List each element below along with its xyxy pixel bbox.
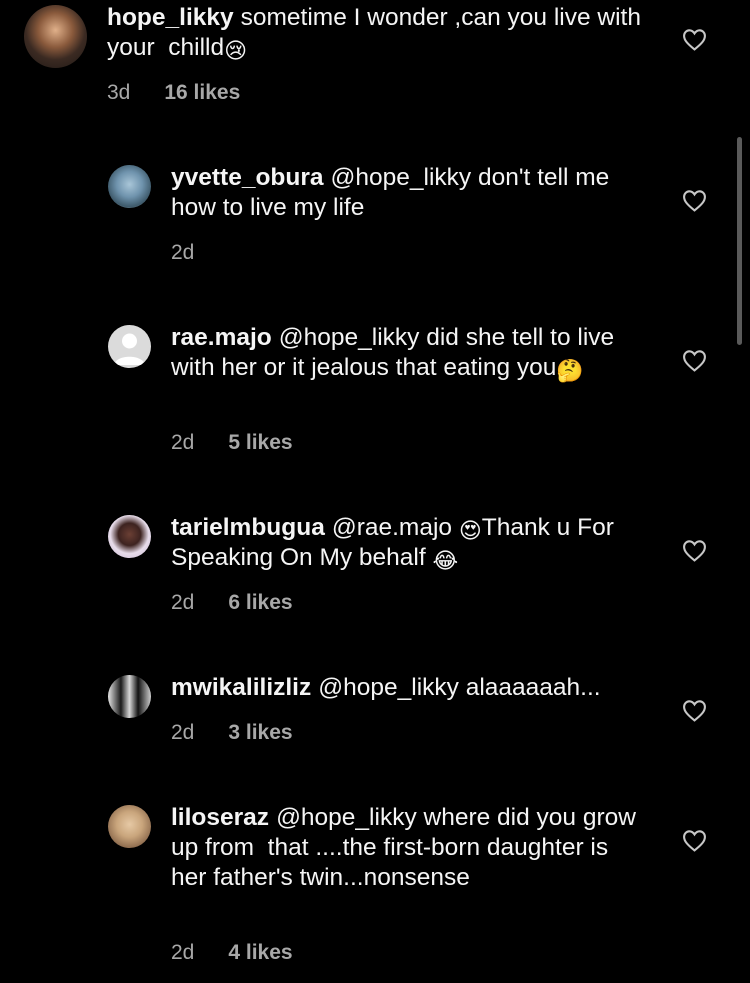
reply-body: mwikalilizliz @hope_likky alaaaaaah... — [171, 673, 641, 703]
reply-meta: 2d 4 likes — [171, 940, 293, 966]
avatar[interactable] — [108, 165, 151, 208]
reply-time: 2d — [171, 431, 195, 454]
reply-body: tarielmbugua @rae.majo 😍Thank u For Speak… — [171, 513, 641, 573]
reply-mention[interactable]: @rae.majo — [332, 514, 459, 541]
reply-username[interactable]: yvette_obura — [171, 164, 324, 191]
comment-meta: 3d 16 likes — [107, 80, 240, 106]
reply-meta: 2d 6 likes — [171, 590, 293, 616]
comment-body: hope_likky sometime I wonder ,can you liv… — [107, 3, 667, 63]
reply-text: @hope_likky alaaaaaah... — [318, 674, 601, 701]
avatar[interactable] — [24, 5, 87, 68]
comment-likes[interactable]: 16 likes — [164, 81, 240, 104]
reply-time: 2d — [171, 591, 195, 614]
reply-likes[interactable]: 6 likes — [228, 591, 292, 614]
heart-outline-icon[interactable] — [682, 699, 707, 722]
reply-time: 2d — [171, 241, 195, 264]
reply-time: 2d — [171, 721, 195, 744]
heart-outline-icon[interactable] — [682, 28, 707, 51]
reply-likes[interactable]: 5 likes — [228, 431, 292, 454]
reply-time: 2d — [171, 941, 195, 964]
heart-outline-icon[interactable] — [682, 349, 707, 372]
reply-meta: 2d 5 likes — [171, 430, 293, 456]
heart-eyes-emoji: 😍 — [458, 518, 482, 543]
avatar[interactable] — [108, 805, 151, 848]
crying-face-emoji: 😢 — [224, 38, 248, 63]
reply-likes[interactable]: 3 likes — [228, 721, 292, 744]
tears-of-joy-emoji: 😂 — [432, 548, 459, 573]
avatar[interactable] — [108, 675, 151, 718]
thinking-face-emoji: 🤔 — [556, 358, 584, 383]
scrollbar[interactable] — [737, 137, 742, 345]
reply-username[interactable]: liloseraz — [171, 804, 269, 831]
reply-likes[interactable]: 4 likes — [228, 941, 292, 964]
reply-username[interactable]: rae.majo — [171, 324, 272, 351]
heart-outline-icon[interactable] — [682, 539, 707, 562]
avatar[interactable] — [108, 515, 151, 558]
reply-body: liloseraz @hope_likky where did you grow … — [171, 803, 641, 893]
default-avatar-icon[interactable] — [108, 325, 151, 368]
reply-body: yvette_obura @hope_likky don't tell me ho… — [171, 163, 641, 223]
heart-outline-icon[interactable] — [682, 829, 707, 852]
comment-username[interactable]: hope_likky — [107, 4, 234, 31]
reply-username[interactable]: tarielmbugua — [171, 514, 325, 541]
reply-body: rae.majo @hope_likky did she tell to live… — [171, 323, 641, 383]
heart-outline-icon[interactable] — [682, 189, 707, 212]
reply-meta: 2d — [171, 240, 194, 266]
comment-time: 3d — [107, 81, 131, 104]
reply-meta: 2d 3 likes — [171, 720, 293, 746]
reply-username[interactable]: mwikalilizliz — [171, 674, 311, 701]
